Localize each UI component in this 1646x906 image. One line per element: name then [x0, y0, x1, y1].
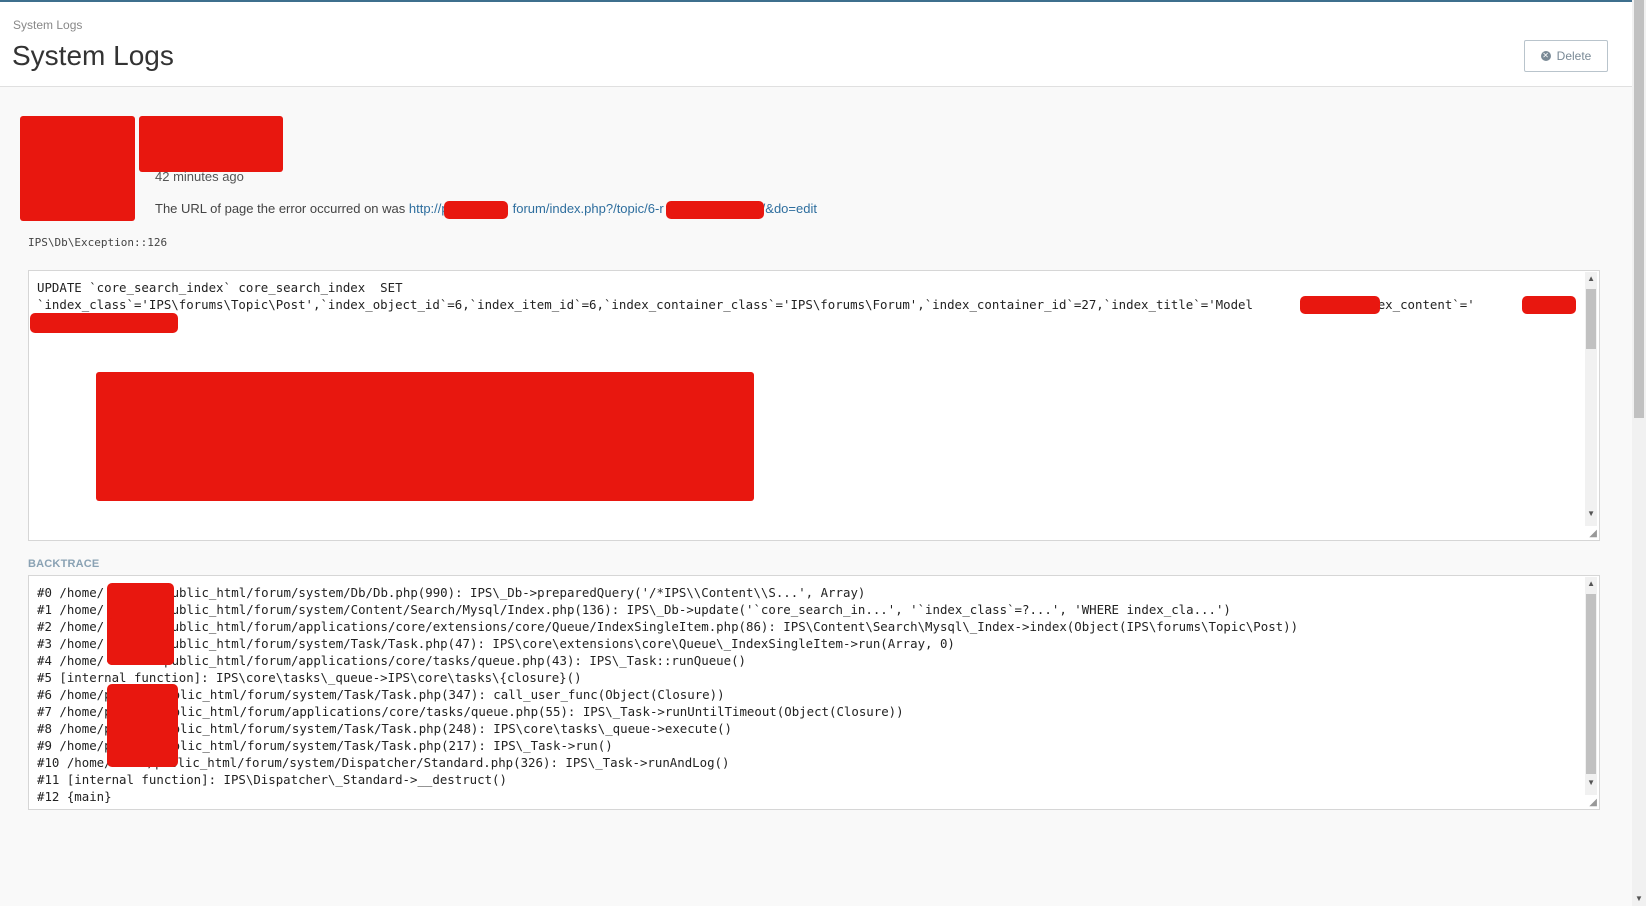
- backtrace-line-tail: public_html/forum/applications/core/task…: [164, 653, 747, 668]
- backtrace-scrollbar-thumb[interactable]: [1586, 594, 1596, 774]
- backtrace-line-head: #3 /home/: [37, 636, 105, 651]
- backtrace-line-head: #5 [internal function]: IPS\core\tasks\_…: [37, 670, 582, 685]
- backtrace-line-tail: /public_html/forum/system/Dispatcher/Sta…: [147, 755, 730, 770]
- backtrace-line: #3 /home/public_html/forum/system/Task/T…: [37, 635, 1579, 652]
- backtrace-line-head: #7 /home/p: [37, 704, 112, 719]
- backtrace-line-tail: public_html/forum/applications/core/exte…: [164, 619, 1299, 634]
- scroll-up-icon[interactable]: ▲: [1587, 579, 1595, 588]
- delete-button[interactable]: ✕ Delete: [1524, 40, 1608, 72]
- backtrace-line-head: #10 /home/: [37, 755, 112, 770]
- backtrace-line-head: #1 /home/: [37, 602, 105, 617]
- backtrace-line: #12 {main}: [37, 788, 1579, 805]
- backtrace-line: #9 /home/p public_html/forum/system/Task/…: [37, 737, 1579, 754]
- query-scrollbar-thumb[interactable]: [1586, 289, 1596, 349]
- page-scrollbar-thumb[interactable]: [1634, 0, 1644, 418]
- backtrace-line-head: #11 [internal function]: IPS\Dispatcher\…: [37, 772, 507, 787]
- breadcrumb[interactable]: System Logs: [13, 18, 82, 32]
- backtrace-line-head: #9 /home/p: [37, 738, 112, 753]
- scroll-down-icon[interactable]: ▼: [1635, 894, 1643, 903]
- backtrace-line: #2 /home/public_html/forum/applications/…: [37, 618, 1579, 635]
- redacted-index-title: [1300, 296, 1380, 314]
- scroll-up-icon[interactable]: ▲: [1587, 274, 1595, 283]
- backtrace-heading: BACKTRACE: [28, 558, 100, 570]
- redacted-index-content: [1522, 296, 1576, 314]
- backtrace-line-head: #6 /home/p: [37, 687, 112, 702]
- log-time: 42 minutes ago: [155, 169, 244, 184]
- backtrace-line-tail: public_html/forum/applications/core/task…: [157, 704, 904, 719]
- backtrace-line: #4 /home/public_html/forum/applications/…: [37, 652, 1579, 669]
- backtrace-line-tail: public_html/forum/system/Task/Task.php(2…: [157, 721, 733, 736]
- url-prefix-text: The URL of page the error occurred on wa…: [155, 201, 409, 216]
- backtrace-line-head: #2 /home/: [37, 619, 105, 634]
- redacted-query-block: [96, 372, 754, 501]
- backtrace-line-tail: public_html/forum/system/Task/Task.php(4…: [164, 636, 955, 651]
- backtrace-line-head: #0 /home/: [37, 585, 105, 600]
- backtrace-line-head: #12 {main}: [37, 789, 112, 804]
- close-circle-icon: ✕: [1540, 51, 1551, 61]
- redacted-query-overflow: [30, 313, 178, 333]
- backtrace-textarea[interactable]: #0 /home/public_html/forum/system/Db/Db.…: [28, 575, 1600, 810]
- page-scrollbar[interactable]: ▼: [1632, 0, 1646, 906]
- redacted-username: [139, 116, 283, 172]
- scroll-down-icon[interactable]: ▼: [1587, 778, 1595, 787]
- backtrace-line-tail: public_html/forum/system/Task/Task.php(2…: [157, 738, 613, 753]
- backtrace-line: #11 [internal function]: IPS\Dispatcher\…: [37, 771, 1579, 788]
- backtrace-line: #7 /home/p public_html/forum/applications…: [37, 703, 1579, 720]
- backtrace-line: #1 /home/public_html/forum/system/Conten…: [37, 601, 1579, 618]
- backtrace-line: #0 /home/public_html/forum/system/Db/Db.…: [37, 584, 1579, 601]
- backtrace-line: #6 /home/p public_html/forum/system/Task/…: [37, 686, 1579, 703]
- page-header: System Logs System Logs ✕ Delete: [0, 2, 1632, 87]
- backtrace-line-tail: public_html/forum/system/Content/Search/…: [164, 602, 1231, 617]
- page: System Logs System Logs ✕ Delete 42 minu…: [0, 0, 1646, 906]
- backtrace-line-tail: public_html/forum/system/Db/Db.php(990):…: [164, 585, 866, 600]
- backtrace-line-head: #4 /home/: [37, 653, 105, 668]
- backtrace-line: #10 /home/ /public_html/forum/system/Disp…: [37, 754, 1579, 771]
- redacted-url-domain: [444, 201, 508, 219]
- resize-handle-icon[interactable]: ◢: [1589, 797, 1597, 808]
- backtrace-text: #0 /home/public_html/forum/system/Db/Db.…: [37, 584, 1579, 805]
- backtrace-line: #5 [internal function]: IPS\core\tasks\_…: [37, 669, 1579, 686]
- redacted-url-topic: [666, 201, 764, 219]
- exception-code: IPS\Db\Exception::126: [28, 236, 168, 249]
- delete-button-label: Delete: [1556, 49, 1592, 63]
- backtrace-line: #8 /home/p public_html/forum/system/Task/…: [37, 720, 1579, 737]
- page-title: System Logs: [12, 40, 174, 71]
- backtrace-line-head: #8 /home/p: [37, 721, 112, 736]
- redacted-avatar: [20, 116, 135, 221]
- redacted-path-segment: [107, 684, 178, 767]
- redacted-path-segment: [107, 618, 174, 665]
- scroll-down-icon[interactable]: ▼: [1587, 509, 1595, 518]
- resize-handle-icon[interactable]: ◢: [1589, 528, 1597, 539]
- backtrace-line-tail: public_html/forum/system/Task/Task.php(3…: [157, 687, 725, 702]
